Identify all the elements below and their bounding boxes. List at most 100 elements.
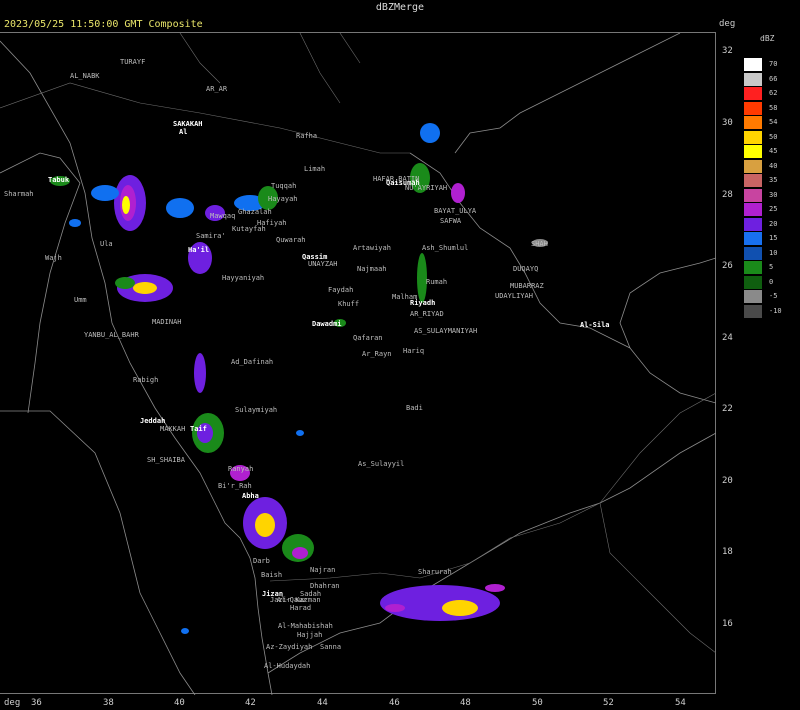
legend-swatch bbox=[744, 87, 762, 100]
lon-tick-44: 44 bbox=[317, 698, 328, 708]
city-label: Dhahran bbox=[310, 582, 340, 590]
legend-swatch bbox=[744, 217, 762, 231]
city-label: AR_AR bbox=[206, 85, 228, 93]
city-label: Riyadh bbox=[410, 299, 436, 307]
city-label: Al bbox=[179, 128, 188, 136]
city-label: Al-Sila bbox=[580, 321, 610, 329]
legend-label: 70 bbox=[769, 60, 778, 68]
radar-echoes bbox=[50, 123, 548, 634]
legend-label: 20 bbox=[769, 219, 778, 228]
legend-swatch bbox=[744, 72, 762, 86]
lon-tick-38: 38 bbox=[103, 698, 114, 708]
dbz-legend: dBZ 70 66 62 58 54 50 45 40 35 30 25 20 15 10 5 0 -5 -10 bbox=[744, 32, 796, 322]
legend-swatch bbox=[744, 101, 762, 115]
legend-label: 10 bbox=[769, 248, 778, 257]
legend-swatch bbox=[744, 232, 762, 245]
city-label: SHAH bbox=[531, 240, 548, 248]
city-label: Mawqaq bbox=[210, 212, 236, 220]
city-label: Artawiyah bbox=[353, 244, 391, 252]
lon-tick-48: 48 bbox=[460, 698, 471, 708]
legend-label: 35 bbox=[769, 176, 778, 184]
city-label: Abha bbox=[242, 492, 259, 500]
city-label: Jeddah bbox=[140, 417, 166, 425]
legend-label: 40 bbox=[769, 161, 778, 170]
legend-label: 0 bbox=[769, 277, 774, 286]
city-label: Az-Zaydiyah bbox=[266, 643, 313, 651]
legend-label: 25 bbox=[769, 205, 778, 213]
lat-tick-24: 24 bbox=[722, 333, 733, 343]
city-label: Ranyah bbox=[228, 465, 254, 473]
map-canvas bbox=[0, 32, 717, 696]
lon-tick-54: 54 bbox=[675, 698, 686, 708]
city-label: Badi bbox=[406, 404, 423, 412]
lon-tick-36: 36 bbox=[31, 698, 42, 708]
legend-swatch bbox=[744, 304, 762, 318]
city-label: MAKKAH bbox=[160, 425, 186, 433]
city-label: SH_SHAIBA bbox=[147, 456, 185, 464]
legend-swatch bbox=[744, 203, 762, 216]
city-label: Wajh bbox=[45, 254, 62, 262]
lat-axis-unit: deg bbox=[719, 19, 736, 29]
city-label: Bi'r_Rah bbox=[218, 482, 252, 490]
lat-tick-30: 30 bbox=[722, 118, 733, 128]
city-label: Sanna bbox=[320, 643, 342, 651]
city-label: Baish bbox=[261, 571, 283, 579]
window-title: dBZMerge bbox=[375, 2, 425, 13]
city-label: Ar_Rayn bbox=[362, 350, 392, 358]
legend-swatch bbox=[744, 174, 762, 187]
lat-tick-20: 20 bbox=[722, 476, 733, 486]
legend-label: 58 bbox=[769, 103, 778, 112]
legend-label: 45 bbox=[769, 147, 778, 155]
lat-tick-26: 26 bbox=[722, 261, 733, 271]
city-label: TURAYF bbox=[120, 58, 146, 66]
city-label: Umm bbox=[74, 296, 87, 304]
city-label: Tuqqah bbox=[271, 182, 297, 190]
city-label: Ha'il bbox=[188, 246, 210, 254]
city-label: Hayayah bbox=[268, 195, 298, 203]
legend-label: 50 bbox=[769, 132, 778, 141]
timestamp: 2023/05/25 11:50:00 GMT Composite bbox=[4, 19, 203, 30]
legend-swatch bbox=[744, 159, 762, 173]
city-label: Rumah bbox=[426, 278, 448, 286]
city-label: YANBU_AL_BAHR bbox=[84, 331, 139, 339]
coastlines bbox=[0, 32, 717, 696]
legend-label: 5 bbox=[769, 263, 774, 271]
city-label: AL_NABK bbox=[70, 72, 100, 80]
city-label: BAYAT_ULYA bbox=[434, 207, 477, 215]
city-label: Tabuk bbox=[48, 176, 70, 184]
city-label: Darb bbox=[253, 557, 270, 565]
city-label: Qafaran bbox=[353, 334, 383, 342]
lon-tick-42: 42 bbox=[245, 698, 256, 708]
lat-tick-16: 16 bbox=[722, 619, 733, 629]
city-label: Taif bbox=[190, 425, 207, 433]
city-label: Harad bbox=[290, 604, 312, 612]
legend-label: -5 bbox=[769, 292, 778, 300]
lon-tick-52: 52 bbox=[603, 698, 614, 708]
city-label: Dawadmi bbox=[312, 320, 342, 328]
legend-swatch bbox=[744, 290, 762, 303]
city-label: Ash_Shumlul bbox=[422, 244, 469, 252]
city-label: Najran bbox=[310, 566, 336, 574]
city-label: AR_RIYAD bbox=[410, 310, 444, 318]
radar-map[interactable] bbox=[0, 32, 717, 696]
city-label: MADINAH bbox=[152, 318, 182, 326]
legend-swatch bbox=[744, 275, 762, 289]
city-label: DUQAYQ bbox=[513, 265, 539, 273]
lat-tick-18: 18 bbox=[722, 547, 733, 557]
city-label: Hajjah bbox=[297, 631, 323, 639]
city-label: Sharurah bbox=[418, 568, 452, 576]
city-label: Ula bbox=[100, 240, 113, 248]
city-label: Jazir Kazman bbox=[270, 596, 321, 604]
city-label: Quwarah bbox=[276, 236, 306, 244]
city-label: Rabigh bbox=[133, 376, 159, 384]
city-label: Al-Mahabishah bbox=[278, 622, 333, 630]
legend-swatch bbox=[744, 116, 762, 129]
city-label: SAKAKAH bbox=[173, 120, 203, 128]
city-label: Najmaah bbox=[357, 265, 387, 273]
legend-swatch bbox=[744, 130, 762, 144]
city-label: Samira' bbox=[196, 232, 226, 240]
legend-swatch bbox=[744, 246, 762, 260]
city-label: Sulaymiyah bbox=[235, 406, 278, 414]
city-label: Hayyaniyah bbox=[222, 274, 265, 282]
lat-tick-28: 28 bbox=[722, 190, 733, 200]
